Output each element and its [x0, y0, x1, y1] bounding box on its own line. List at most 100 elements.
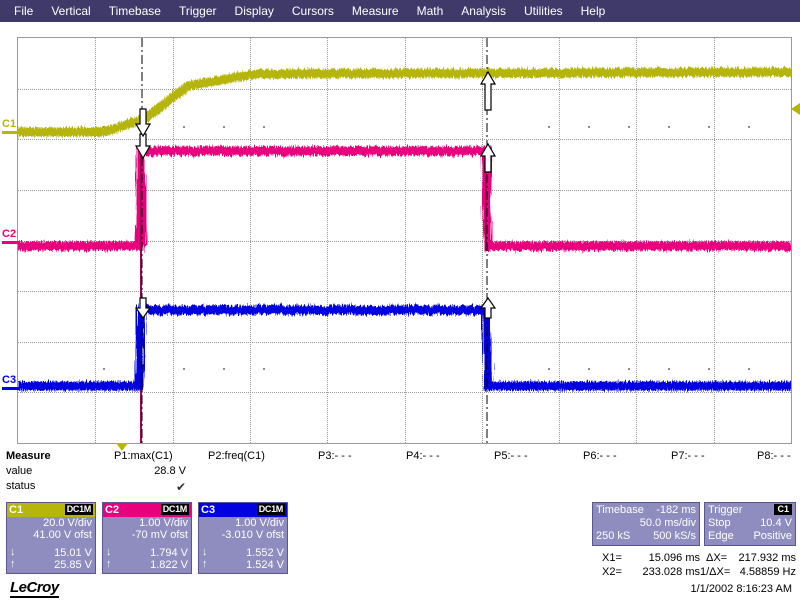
- channel-descriptor-c2-cursor-up-row: ↑ 1.822 V: [103, 558, 191, 571]
- measure-header-row: Measure P1:max(C1) P2:freq(C1) P3:- - - …: [0, 450, 800, 465]
- channel-marker-c3-label: C3: [2, 374, 17, 386]
- measure-col-p6-name[interactable]: P6:- - -: [583, 450, 617, 462]
- channel-descriptor-c1-scale: 20.0 V/div: [43, 517, 92, 529]
- channel-marker-c1-label: C1: [2, 118, 17, 130]
- trigger-mode-row: Stop 10.4 V: [705, 517, 795, 530]
- channel-descriptor-c2-cursor-down: 1.794 V: [150, 547, 188, 559]
- cursor-arrow-c2-x2[interactable]: [479, 142, 497, 174]
- menu-item-timebase[interactable]: Timebase: [100, 0, 170, 22]
- menu-item-file[interactable]: File: [0, 0, 42, 22]
- channel-descriptor-c3-name: C3: [201, 504, 216, 516]
- menu-item-help[interactable]: Help: [572, 0, 615, 22]
- measure-header-label: Measure: [6, 450, 51, 462]
- trigger-source[interactable]: C1: [774, 504, 792, 515]
- channel-descriptor-c2-header: C2 DC1M: [103, 503, 191, 517]
- channel-descriptor-c1-header: C1 DC1M: [7, 503, 95, 517]
- menu-item-analysis[interactable]: Analysis: [452, 0, 515, 22]
- trigger-title: Trigger: [708, 504, 743, 516]
- menu-item-vertical[interactable]: Vertical: [42, 0, 99, 22]
- trigger-mode: Stop: [708, 517, 731, 529]
- channel-descriptor-c3-cursor-down-row: ↓ 1.552 V: [199, 546, 287, 559]
- measure-value-row: value 28.8 V: [0, 465, 800, 480]
- menu-item-cursors[interactable]: Cursors: [283, 0, 343, 22]
- channel-descriptor-c1-name: C1: [9, 504, 24, 516]
- menu-item-trigger[interactable]: Trigger: [170, 0, 226, 22]
- timebase-scale-row: 50.0 ms/div: [593, 517, 699, 530]
- measure-col-p1-status: ✔: [175, 480, 186, 494]
- channel-descriptor-c2-scale: 1.00 V/div: [139, 517, 188, 529]
- measure-col-p4-name[interactable]: P4:- - -: [406, 450, 440, 462]
- measure-col-p3-name[interactable]: P3:- - -: [318, 450, 352, 462]
- channel-marker-c2[interactable]: C2: [2, 229, 19, 244]
- measure-col-p5-name[interactable]: P5:- - -: [494, 450, 528, 462]
- timebase-memory: 250 kS: [596, 530, 631, 542]
- cursor-x1-value: 15.096 ms: [648, 552, 700, 564]
- cursor-dx-value: 217.932 ms: [738, 552, 796, 564]
- channel-descriptor-c2-name: C2: [105, 504, 120, 516]
- trigger-type: Edge: [708, 530, 734, 542]
- channel-descriptor-c1-cursor-up: 25.85 V: [54, 559, 92, 571]
- channel-descriptor-c2[interactable]: C2 DC1M 1.00 V/div -70 mV ofst ↓ 1.794 V…: [102, 502, 192, 574]
- measure-col-p1-name[interactable]: P1:max(C1): [114, 450, 173, 462]
- channel-descriptor-c1-offset: 41.00 V ofst: [33, 529, 92, 541]
- channel-descriptor-c3-cursor-up: 1.524 V: [246, 559, 284, 571]
- timebase-memory-row: 250 kS 500 kS/s: [593, 530, 699, 543]
- measure-col-p8-name[interactable]: P8:- - -: [757, 450, 791, 462]
- cursor-x2-value: 233.028 ms: [642, 566, 700, 578]
- menu-item-display[interactable]: Display: [226, 0, 283, 22]
- trigger-descriptor[interactable]: Trigger C1 Stop 10.4 V Edge Positive: [704, 502, 796, 546]
- lecroy-logo: LeCroy: [10, 579, 59, 598]
- channel-descriptor-c1-cursor-up-row: ↑ 25.85 V: [7, 558, 95, 571]
- channel-descriptor-c1-cursor-down: 15.01 V: [54, 547, 92, 559]
- timebase-descriptor[interactable]: Timebase -182 ms 50.0 ms/div 250 kS 500 …: [592, 502, 700, 546]
- menu-item-math[interactable]: Math: [408, 0, 453, 22]
- cursor-x1-label: X1=: [602, 552, 622, 564]
- trigger-header: Trigger C1: [705, 503, 795, 517]
- cursor-arrow-c3-x1[interactable]: [134, 296, 152, 320]
- channel-marker-c1[interactable]: C1: [2, 119, 19, 134]
- channel-descriptor-c1-coupling[interactable]: DC1M: [64, 504, 93, 515]
- waveform-graticule[interactable]: [17, 37, 792, 444]
- oscilloscope-screen: File Vertical Timebase Trigger Display C…: [0, 0, 800, 600]
- channel-marker-c1-bar: [2, 131, 19, 134]
- cursor-x2-label: X2=: [602, 566, 622, 578]
- channel-marker-c3-bar: [2, 387, 19, 390]
- arrow-down-icon: ↓: [202, 546, 208, 558]
- menu-bar: File Vertical Timebase Trigger Display C…: [0, 0, 800, 22]
- cursor-arrow-c2-x1[interactable]: [134, 106, 152, 138]
- menu-item-measure[interactable]: Measure: [343, 0, 408, 22]
- channel-marker-c3[interactable]: C3: [2, 375, 19, 390]
- measure-table: Measure P1:max(C1) P2:freq(C1) P3:- - - …: [0, 450, 800, 496]
- channel-descriptor-c1[interactable]: C1 DC1M 20.0 V/div 41.00 V ofst ↓ 15.01 …: [6, 502, 96, 574]
- arrow-down-icon: ↓: [106, 546, 112, 558]
- channel-descriptor-c3[interactable]: C3 DC1M 1.00 V/div -3.010 V ofst ↓ 1.552…: [198, 502, 288, 574]
- trigger-level: 10.4 V: [760, 517, 792, 529]
- measure-col-p2-name[interactable]: P2:freq(C1): [208, 450, 265, 462]
- cursor-lines[interactable]: [18, 38, 791, 443]
- measure-status-row: status ✔: [0, 480, 800, 495]
- timebase-delay: -182 ms: [656, 504, 696, 516]
- channel-descriptor-c2-coupling[interactable]: DC1M: [160, 504, 189, 515]
- channel-descriptor-c3-cursor-up-row: ↑ 1.524 V: [199, 558, 287, 571]
- measure-col-p7-name[interactable]: P7:- - -: [671, 450, 705, 462]
- channel-descriptor-c3-offset: -3.010 V ofst: [221, 529, 284, 541]
- cursor-arrow-c1-x2[interactable]: [479, 66, 497, 112]
- datetime-readout: 1/1/2002 8:16:23 AM: [690, 583, 792, 595]
- cursor-dx-label: ΔX=: [706, 552, 728, 564]
- channel-marker-c2-label: C2: [2, 228, 17, 240]
- channel-descriptor-c2-cursor-down-row: ↓ 1.794 V: [103, 546, 191, 559]
- arrow-up-icon: ↑: [202, 558, 208, 570]
- measure-status-label: status: [6, 480, 36, 492]
- arrow-up-icon: ↑: [10, 558, 16, 570]
- channel-descriptor-c1-cursor-down-row: ↓ 15.01 V: [7, 546, 95, 559]
- menu-item-utilities[interactable]: Utilities: [515, 0, 572, 22]
- trigger-level-marker-icon[interactable]: [791, 103, 800, 115]
- channel-descriptor-c3-coupling[interactable]: DC1M: [256, 504, 285, 515]
- channel-descriptor-c2-cursor-up: 1.822 V: [150, 559, 188, 571]
- cursor-arrow-c3-x2[interactable]: [479, 296, 497, 320]
- arrow-down-icon: ↓: [10, 546, 16, 558]
- cursor-invdx-value: 4.58859 Hz: [739, 566, 796, 578]
- timebase-scale: 50.0 ms/div: [639, 517, 696, 529]
- arrow-up-icon: ↑: [106, 558, 112, 570]
- trigger-type-row: Edge Positive: [705, 530, 795, 543]
